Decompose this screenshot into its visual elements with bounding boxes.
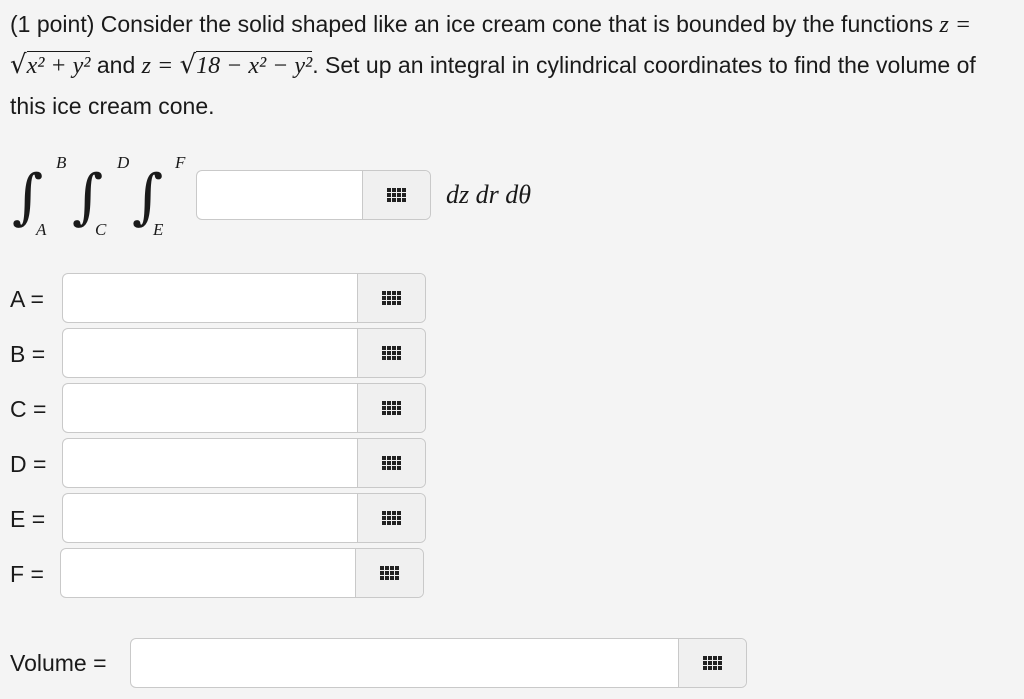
- sqrt-expression-2: √18 − x² − y²: [179, 50, 313, 80]
- keypad-icon: [381, 511, 402, 525]
- keypad-icon: [381, 291, 402, 305]
- input-D[interactable]: [63, 439, 359, 487]
- keypad-icon: [381, 346, 402, 360]
- keypad-button[interactable]: [357, 384, 425, 432]
- problem-statement: (1 point) Consider the solid shaped like…: [10, 4, 1010, 126]
- keypad-icon: [379, 566, 400, 580]
- limit-upper-B: B: [56, 153, 67, 172]
- label-F: F =: [10, 561, 44, 587]
- keypad-button[interactable]: [678, 639, 746, 687]
- label-E: E =: [10, 506, 46, 532]
- keypad-button[interactable]: [362, 171, 430, 219]
- field-B: [62, 328, 426, 378]
- keypad-icon: [381, 456, 402, 470]
- input-B[interactable]: [63, 329, 359, 377]
- keypad-icon: [386, 188, 407, 202]
- integrand-field: [196, 170, 431, 220]
- limit-lower-A: A: [36, 220, 47, 239]
- label-A: A =: [10, 286, 44, 312]
- radical-sign-icon: √: [10, 50, 27, 80]
- keypad-button[interactable]: [357, 329, 425, 377]
- volume-input[interactable]: [131, 639, 680, 687]
- label-D: D =: [10, 451, 47, 477]
- label-B: B =: [10, 341, 46, 367]
- field-F: [60, 548, 424, 598]
- z-equals-2: z =: [141, 53, 174, 79]
- label-C: C =: [10, 396, 47, 422]
- and-text: and: [96, 52, 136, 78]
- radicand-1: x² + y²: [26, 51, 91, 79]
- keypad-button[interactable]: [357, 439, 425, 487]
- keypad-button[interactable]: [355, 549, 423, 597]
- limit-lower-E: E: [153, 220, 164, 239]
- keypad-button[interactable]: [357, 494, 425, 542]
- sqrt-expression-1: √x² + y²: [10, 50, 91, 80]
- z-equals-1: z =: [939, 12, 972, 38]
- limit-upper-D: D: [117, 153, 130, 172]
- radical-sign-icon: √: [179, 50, 197, 80]
- field-D: [62, 438, 426, 488]
- volume-label: Volume =: [10, 650, 107, 676]
- limit-upper-F: F: [175, 153, 186, 172]
- input-E[interactable]: [63, 494, 359, 542]
- input-A[interactable]: [63, 274, 359, 322]
- problem-prefix: (1 point) Consider the solid shaped like…: [10, 11, 934, 37]
- volume-field: [130, 638, 747, 688]
- radicand-2: 18 − x² − y²: [196, 51, 313, 79]
- input-F[interactable]: [61, 549, 357, 597]
- field-A: [62, 273, 426, 323]
- integrand-input[interactable]: [197, 171, 364, 219]
- keypad-icon: [702, 656, 723, 670]
- field-C: [62, 383, 426, 433]
- keypad-button[interactable]: [357, 274, 425, 322]
- limit-lower-C: C: [95, 220, 107, 239]
- keypad-icon: [381, 401, 402, 415]
- field-E: [62, 493, 426, 543]
- input-C[interactable]: [63, 384, 359, 432]
- differential-label: dz dr dθ: [446, 180, 532, 209]
